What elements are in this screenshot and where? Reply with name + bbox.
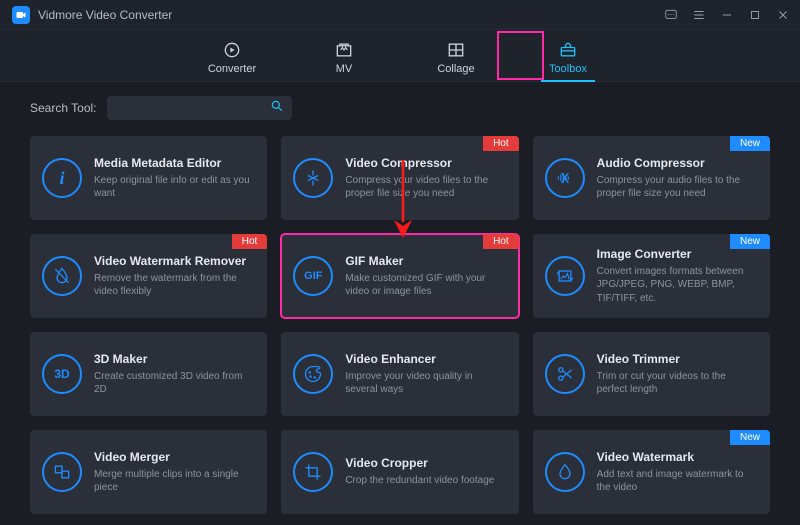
merge-icon xyxy=(42,452,82,492)
close-button[interactable] xyxy=(776,8,790,22)
tool-grid: i Media Metadata Editor Keep original fi… xyxy=(0,130,800,525)
card-title: GIF Maker xyxy=(345,254,506,268)
card-desc: Create customized 3D video from 2D xyxy=(94,370,255,397)
menu-icon[interactable] xyxy=(692,8,706,22)
card-title: Audio Compressor xyxy=(597,156,758,170)
compress-audio-icon xyxy=(545,158,585,198)
card-title: 3D Maker xyxy=(94,352,255,366)
card-desc: Compress your audio files to the proper … xyxy=(597,174,758,201)
card-title: Media Metadata Editor xyxy=(94,156,255,170)
titlebar: Vidmore Video Converter xyxy=(0,0,800,30)
card-title: Video Compressor xyxy=(345,156,506,170)
card-title: Video Cropper xyxy=(345,456,494,470)
search-box[interactable] xyxy=(107,96,292,120)
image-convert-icon xyxy=(545,256,585,296)
new-badge: New xyxy=(730,136,770,151)
app-title: Vidmore Video Converter xyxy=(38,8,172,22)
main-tabs: Converter MV Collage Toolbox xyxy=(0,30,800,82)
card-title: Video Merger xyxy=(94,450,255,464)
new-badge: New xyxy=(730,234,770,249)
feedback-icon[interactable] xyxy=(664,8,678,22)
card-title: Video Watermark xyxy=(597,450,758,464)
card-desc: Improve your video quality in several wa… xyxy=(345,370,506,397)
card-desc: Trim or cut your videos to the perfect l… xyxy=(597,370,758,397)
card-title: Video Trimmer xyxy=(597,352,758,366)
card-desc: Keep original file info or edit as you w… xyxy=(94,174,255,201)
search-row: Search Tool: xyxy=(0,82,800,130)
card-title: Video Watermark Remover xyxy=(94,254,255,268)
tool-video-cropper[interactable]: Video Cropper Crop the redundant video f… xyxy=(281,430,518,514)
minimize-button[interactable] xyxy=(720,8,734,22)
card-desc: Make customized GIF with your video or i… xyxy=(345,272,506,299)
card-desc: Convert images formats between JPG/JPEG,… xyxy=(597,265,758,306)
crop-icon xyxy=(293,452,333,492)
tool-video-merger[interactable]: Video Merger Merge multiple clips into a… xyxy=(30,430,267,514)
palette-icon xyxy=(293,354,333,394)
tool-video-watermark[interactable]: New Video Watermark Add text and image w… xyxy=(533,430,770,514)
converter-icon xyxy=(222,40,242,60)
tool-image-converter[interactable]: New Image Converter Convert images forma… xyxy=(533,234,770,318)
three-d-icon: 3D xyxy=(42,354,82,394)
hot-badge: Hot xyxy=(483,136,519,151)
tool-video-trimmer[interactable]: Video Trimmer Trim or cut your videos to… xyxy=(533,332,770,416)
hot-badge: Hot xyxy=(232,234,268,249)
search-label: Search Tool: xyxy=(30,101,97,115)
app-logo xyxy=(12,6,30,24)
tool-gif-maker[interactable]: Hot GIF GIF Maker Make customized GIF wi… xyxy=(281,234,518,318)
tool-audio-compressor[interactable]: New Audio Compressor Compress your audio… xyxy=(533,136,770,220)
tab-mv[interactable]: MV xyxy=(319,40,369,81)
tool-video-watermark-remover[interactable]: Hot Video Watermark Remover Remove the w… xyxy=(30,234,267,318)
scissors-icon xyxy=(545,354,585,394)
tool-video-compressor[interactable]: Hot Video Compressor Compress your video… xyxy=(281,136,518,220)
hot-badge: Hot xyxy=(483,234,519,249)
droplet-icon xyxy=(545,452,585,492)
tab-collage[interactable]: Collage xyxy=(431,40,481,81)
gif-icon: GIF xyxy=(293,256,333,296)
tool-media-metadata-editor[interactable]: i Media Metadata Editor Keep original fi… xyxy=(30,136,267,220)
tool-3d-maker[interactable]: 3D 3D Maker Create customized 3D video f… xyxy=(30,332,267,416)
search-input[interactable] xyxy=(115,101,270,115)
compress-video-icon xyxy=(293,158,333,198)
droplet-remove-icon xyxy=(42,256,82,296)
card-desc: Remove the watermark from the video flex… xyxy=(94,272,255,299)
info-icon: i xyxy=(42,158,82,198)
card-desc: Merge multiple clips into a single piece xyxy=(94,468,255,495)
maximize-button[interactable] xyxy=(748,8,762,22)
search-icon[interactable] xyxy=(270,99,284,118)
tool-video-enhancer[interactable]: Video Enhancer Improve your video qualit… xyxy=(281,332,518,416)
card-title: Video Enhancer xyxy=(345,352,506,366)
new-badge: New xyxy=(730,430,770,445)
mv-icon xyxy=(334,40,354,60)
toolbox-icon xyxy=(558,40,578,60)
tab-toolbox[interactable]: Toolbox xyxy=(543,40,593,81)
collage-icon xyxy=(446,40,466,60)
card-desc: Add text and image watermark to the vide… xyxy=(597,468,758,495)
card-desc: Compress your video files to the proper … xyxy=(345,174,506,201)
tab-converter[interactable]: Converter xyxy=(207,40,257,81)
card-desc: Crop the redundant video footage xyxy=(345,474,494,488)
